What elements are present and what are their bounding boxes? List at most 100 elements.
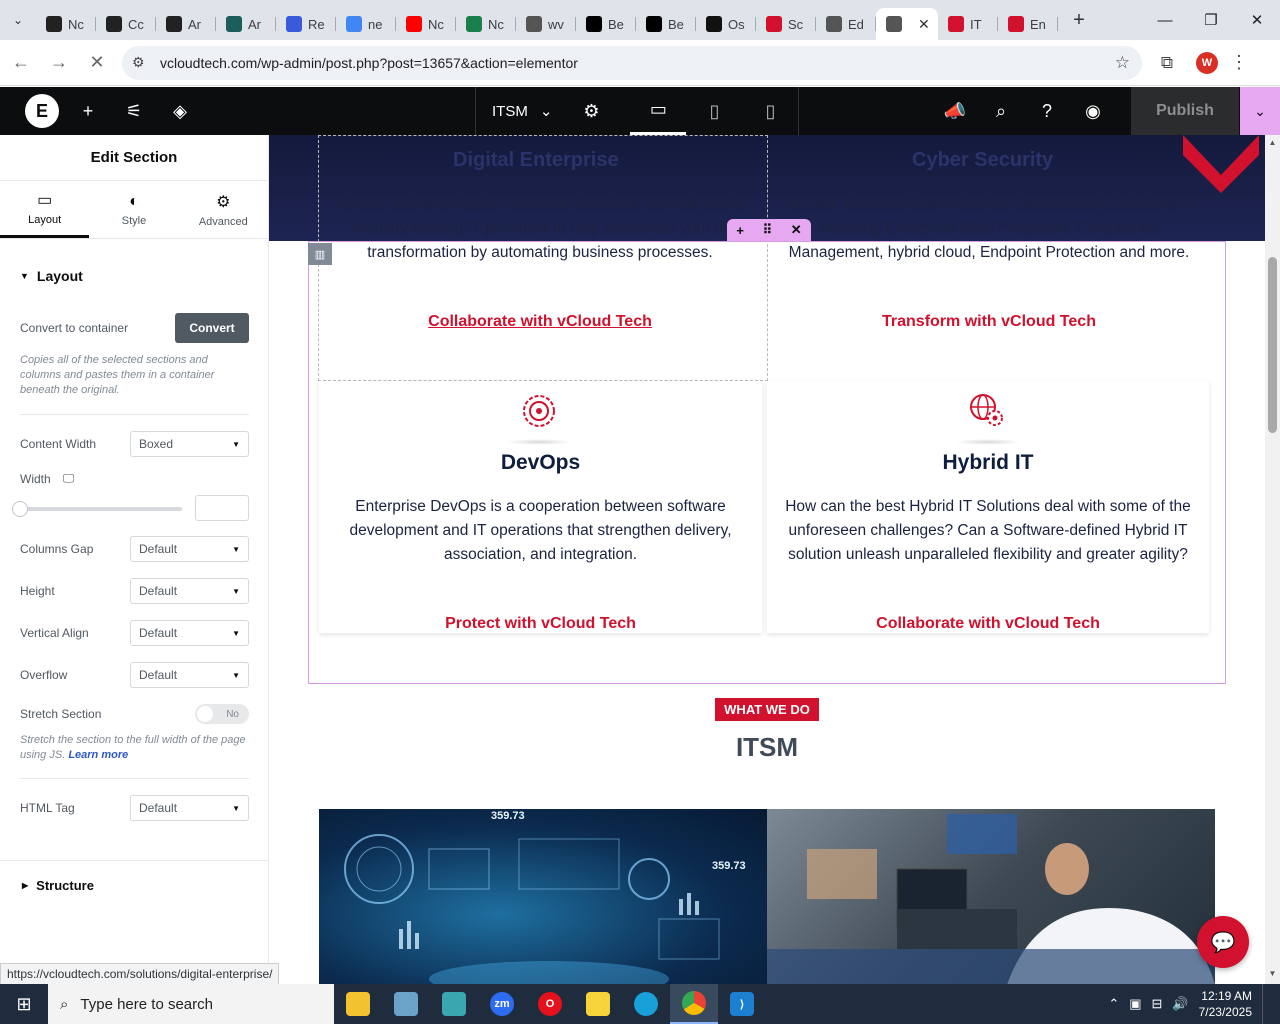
width-number-input[interactable] bbox=[195, 495, 249, 521]
publish-button[interactable]: Publish bbox=[1131, 87, 1239, 135]
opera-icon[interactable]: O bbox=[526, 984, 574, 1024]
browser-tab[interactable]: Ar bbox=[156, 8, 216, 40]
vscode-icon[interactable]: ⟩ bbox=[718, 984, 766, 1024]
content-width-select[interactable]: Boxed ▼ bbox=[130, 431, 249, 457]
search-icon[interactable]: ⌕ bbox=[978, 87, 1024, 135]
tab-advanced[interactable]: ⚙ Advanced bbox=[179, 181, 268, 238]
stop-loading-icon[interactable]: ✕ bbox=[80, 46, 114, 80]
edge-icon[interactable] bbox=[622, 984, 670, 1024]
width-slider-handle[interactable] bbox=[12, 501, 28, 517]
elementor-logo-icon[interactable]: E bbox=[25, 94, 59, 128]
close-window-icon[interactable]: ✕ bbox=[1234, 0, 1280, 40]
select-caret-icon: ▼ bbox=[232, 586, 240, 596]
scroll-thumb[interactable] bbox=[1268, 257, 1277, 433]
browser-tab[interactable]: Ed bbox=[816, 8, 876, 40]
column-edit-icon[interactable]: ▥ bbox=[308, 243, 332, 265]
show-desktop-button[interactable] bbox=[1262, 984, 1268, 1024]
mobile-device-icon[interactable]: ▯ bbox=[742, 87, 798, 135]
paint-icon[interactable] bbox=[382, 984, 430, 1024]
text-line: unforeseen challenges? Can a Software-de… bbox=[788, 522, 1188, 539]
page-settings-gear-icon[interactable]: ⚙ bbox=[568, 87, 614, 135]
browser-menu-icon[interactable]: ⋮ bbox=[1230, 52, 1248, 73]
tray-app-icon[interactable]: ▣ bbox=[1129, 996, 1141, 1012]
file-explorer-icon[interactable] bbox=[334, 984, 382, 1024]
site-info-icon[interactable]: ⚙ bbox=[132, 54, 152, 71]
clock[interactable]: 12:19 AM 7/23/2025 bbox=[1199, 988, 1252, 1020]
browser-tab[interactable]: IT bbox=[938, 8, 998, 40]
browser-tab[interactable]: wv bbox=[516, 8, 576, 40]
structure-layers-icon[interactable]: ◈ bbox=[157, 87, 203, 135]
scroll-down-arrow-icon[interactable]: ▼ bbox=[1265, 969, 1280, 978]
tab-layout[interactable]: ▭ Layout bbox=[0, 181, 90, 238]
site-settings-sliders-icon[interactable]: ⚟ bbox=[111, 87, 157, 135]
browser-tab[interactable]: Nc bbox=[396, 8, 456, 40]
tab-search-chevron-icon[interactable]: ⌄ bbox=[0, 0, 36, 40]
drag-section-icon[interactable]: ⠿ bbox=[763, 222, 773, 238]
delete-section-icon[interactable]: ✕ bbox=[791, 222, 802, 238]
url-field[interactable]: ⚙ vcloudtech.com/wp-admin/post.php?post=… bbox=[122, 45, 1142, 80]
add-element-icon[interactable]: + bbox=[65, 87, 111, 135]
close-tab-icon[interactable]: ✕ bbox=[918, 16, 930, 33]
scroll-up-arrow-icon[interactable]: ▲ bbox=[1265, 138, 1280, 147]
browser-tab[interactable]: Be bbox=[636, 8, 696, 40]
browser-tab[interactable]: Sc bbox=[756, 8, 816, 40]
windows-start-icon[interactable]: ⊞ bbox=[0, 984, 48, 1024]
network-icon[interactable]: ⊟ bbox=[1152, 996, 1163, 1012]
back-icon[interactable]: ← bbox=[4, 46, 38, 80]
browser-tab[interactable]: Nc bbox=[456, 8, 516, 40]
extensions-icon[interactable]: ⧉ bbox=[1150, 46, 1184, 80]
preview-eye-icon[interactable]: ◉ bbox=[1070, 87, 1116, 135]
tab-style[interactable]: ◐ Style bbox=[89, 181, 178, 238]
height-select[interactable]: Default ▼ bbox=[130, 578, 249, 604]
browser-tab[interactable]: Ar bbox=[216, 8, 276, 40]
minimize-icon[interactable]: — bbox=[1142, 0, 1188, 40]
vertical-align-select[interactable]: Default ▼ bbox=[130, 620, 249, 646]
canvas-scrollbar[interactable]: ▲ ▼ bbox=[1265, 135, 1280, 985]
chrome-icon[interactable] bbox=[670, 984, 718, 1024]
page-select[interactable]: ITSM ⌄ bbox=[476, 102, 568, 121]
browser-tab[interactable]: Os bbox=[696, 8, 756, 40]
link-collaborate-hybrid[interactable]: Collaborate with vCloud Tech bbox=[767, 615, 1209, 633]
width-slider-track[interactable] bbox=[20, 507, 182, 511]
browser-tab[interactable]: En bbox=[998, 8, 1058, 40]
forward-icon[interactable]: → bbox=[42, 46, 76, 80]
browser-tab[interactable]: Nc bbox=[36, 8, 96, 40]
new-tab-button[interactable]: + bbox=[1064, 9, 1094, 32]
columns-gap-select[interactable]: Default ▼ bbox=[130, 536, 249, 562]
chat-widget-button[interactable]: 💬 bbox=[1197, 916, 1249, 968]
tablet-device-icon[interactable]: ▯ bbox=[686, 87, 742, 135]
taskbar-search[interactable]: ⌕ Type here to search bbox=[48, 984, 334, 1024]
publish-options-chevron-icon[interactable]: ⌄ bbox=[1240, 87, 1280, 135]
convert-button[interactable]: Convert bbox=[175, 313, 249, 343]
browser-tab[interactable]: ne bbox=[336, 8, 396, 40]
caret-down-icon: ▼ bbox=[20, 271, 29, 281]
volume-icon[interactable]: 🔊 bbox=[1172, 996, 1188, 1012]
structure-heading: Structure bbox=[36, 878, 94, 893]
desktop-device-icon[interactable]: ▭ bbox=[630, 87, 687, 135]
link-protect-devops[interactable]: Protect with vCloud Tech bbox=[319, 615, 762, 633]
stretch-toggle[interactable]: No bbox=[195, 704, 249, 724]
add-section-icon[interactable]: + bbox=[736, 223, 744, 238]
overflow-select[interactable]: Default ▼ bbox=[130, 662, 249, 688]
zoom-icon[interactable]: zm bbox=[478, 984, 526, 1024]
html-tag-value: Default bbox=[139, 801, 178, 815]
notifications-megaphone-icon[interactable]: 📣 bbox=[932, 87, 978, 135]
html-tag-select[interactable]: Default ▼ bbox=[130, 795, 249, 821]
browser-tab[interactable]: Cc bbox=[96, 8, 156, 40]
responsive-desktop-icon[interactable]: 🖵 bbox=[63, 471, 75, 486]
tray-overflow-chevron-icon[interactable]: ⌃ bbox=[1108, 996, 1119, 1012]
learn-more-link[interactable]: Learn more bbox=[68, 749, 128, 761]
layout-section-toggle[interactable]: ▼ Layout bbox=[0, 251, 268, 301]
sticky-notes-icon[interactable] bbox=[574, 984, 622, 1024]
browser-tab[interactable]: Be bbox=[576, 8, 636, 40]
section-handle[interactable]: + ⠿ ✕ bbox=[727, 219, 811, 241]
app-diamond-icon[interactable] bbox=[430, 984, 478, 1024]
browser-tab[interactable]: Re bbox=[276, 8, 336, 40]
bookmark-star-icon[interactable]: ☆ bbox=[1115, 53, 1130, 73]
x-icon bbox=[586, 16, 602, 32]
help-icon[interactable]: ? bbox=[1024, 87, 1070, 135]
browser-tab[interactable]: ✕ bbox=[876, 8, 938, 40]
profile-avatar[interactable]: W bbox=[1196, 51, 1218, 74]
structure-section-toggle[interactable]: ▶ Structure bbox=[0, 860, 269, 910]
restore-icon[interactable]: ❐ bbox=[1188, 0, 1234, 40]
